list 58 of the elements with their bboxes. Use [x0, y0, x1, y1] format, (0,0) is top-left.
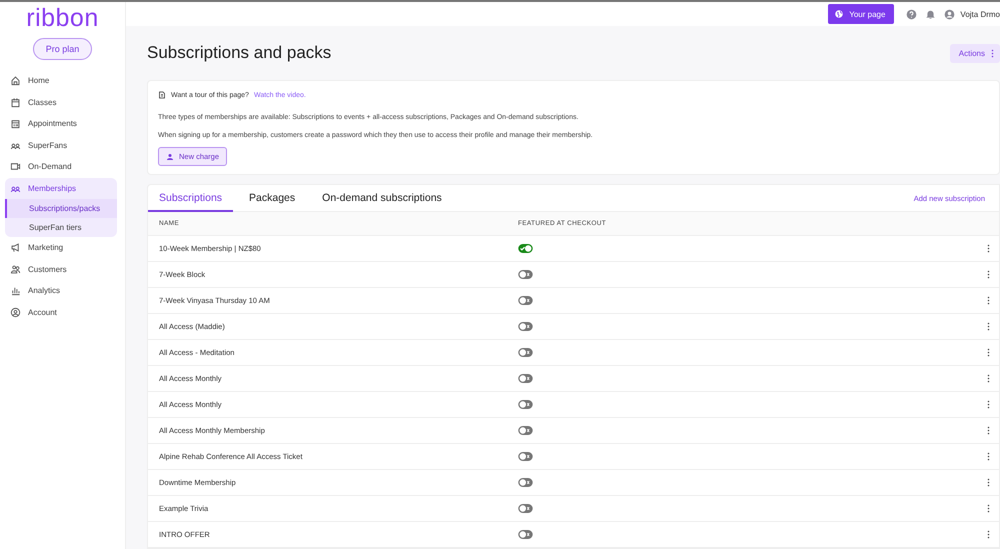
megaphone-icon: [10, 242, 21, 254]
bell-icon[interactable]: [925, 8, 936, 20]
sidebar-item[interactable]: Marketing: [5, 237, 117, 258]
sidebar-item[interactable]: Home: [5, 70, 117, 92]
sidebar-subitem[interactable]: Subscriptions/packs: [5, 199, 117, 218]
document-icon: [158, 91, 166, 99]
calendar-grid-icon: [10, 118, 21, 130]
toggle-switch[interactable]: [518, 270, 533, 279]
more-icon[interactable]: [987, 530, 990, 539]
sidebar-item[interactable]: SuperFans: [5, 134, 117, 156]
more-icon[interactable]: [987, 270, 990, 279]
avatar-icon[interactable]: [944, 8, 956, 20]
sidebar-item[interactable]: Analytics: [5, 280, 117, 302]
person-icon: [166, 152, 174, 160]
page-title: Subscriptions and packs: [147, 43, 332, 63]
video-icon: [10, 161, 21, 172]
toggle-switch[interactable]: [518, 452, 533, 461]
globe-icon: [834, 9, 844, 19]
more-icon[interactable]: [987, 322, 990, 331]
sidebar-item[interactable]: Appointments: [5, 113, 117, 134]
sidebar-item[interactable]: On-Demand: [5, 156, 117, 178]
more-icon[interactable]: [987, 478, 990, 487]
sidebar-item[interactable]: Customers: [5, 258, 117, 280]
actions-button[interactable]: Actions: [950, 44, 1000, 62]
toggle-switch[interactable]: [518, 322, 533, 331]
more-icon[interactable]: [987, 374, 990, 383]
people-outline-icon: [10, 264, 21, 275]
toggle-switch[interactable]: [518, 296, 533, 305]
your-page-button[interactable]: Your page: [828, 4, 894, 24]
logo[interactable]: ribbon: [0, 4, 125, 33]
tab[interactable]: On-demand subscriptions: [311, 185, 453, 212]
toggle-switch[interactable]: [518, 530, 533, 539]
toggle-switch[interactable]: [518, 400, 533, 409]
toggle-switch[interactable]: [518, 244, 533, 253]
more-icon[interactable]: [987, 348, 990, 357]
home-icon: [10, 75, 21, 86]
user-name[interactable]: Vojta Drmo: [960, 10, 1000, 18]
help-icon[interactable]: [906, 8, 918, 20]
toggle-switch[interactable]: [518, 504, 533, 513]
toggle-switch[interactable]: [518, 374, 533, 383]
plan-badge[interactable]: Pro plan: [32, 38, 92, 60]
more-icon[interactable]: [987, 400, 990, 409]
toggle-switch[interactable]: [518, 478, 533, 487]
more-icon[interactable]: [987, 504, 990, 513]
more-icon: [991, 48, 994, 58]
toggle-switch[interactable]: [518, 426, 533, 435]
more-icon[interactable]: [987, 296, 990, 305]
toggle-switch[interactable]: [518, 348, 533, 357]
more-icon[interactable]: [987, 426, 990, 435]
sidebar-item[interactable]: Memberships: [5, 178, 117, 199]
sidebar-item[interactable]: Classes: [5, 92, 117, 113]
chart-icon: [10, 285, 21, 296]
sidebar-item[interactable]: Account: [5, 302, 117, 323]
more-icon[interactable]: [987, 244, 990, 253]
more-icon[interactable]: [987, 452, 990, 461]
sidebar-subitem[interactable]: SuperFan tiers: [5, 218, 117, 237]
tab[interactable]: Packages: [238, 185, 306, 212]
calendar-icon: [10, 96, 21, 108]
